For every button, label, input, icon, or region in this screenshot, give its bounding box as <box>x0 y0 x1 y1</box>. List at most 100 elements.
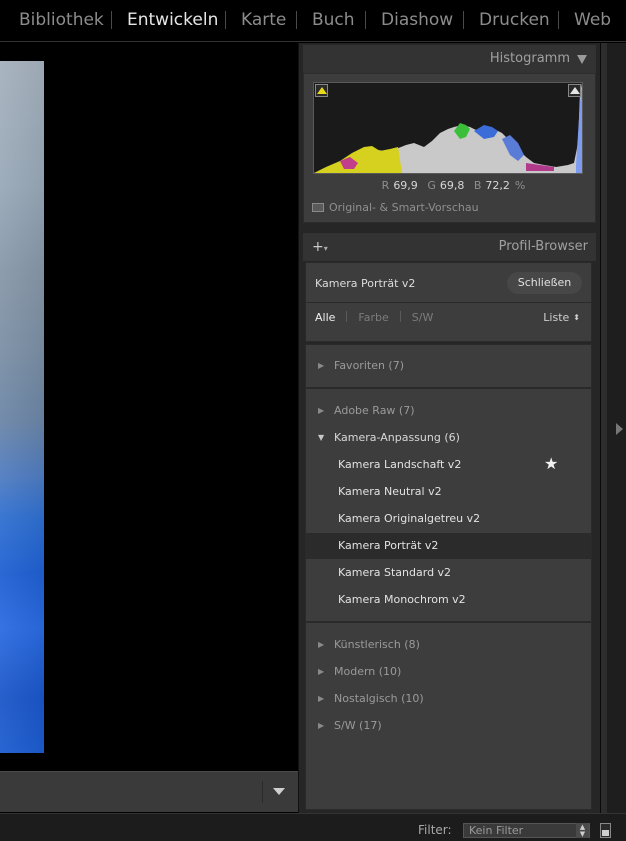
filter-lock-toggle[interactable] <box>600 823 611 838</box>
module-divider <box>463 11 464 29</box>
current-profile: Kamera Porträt v2 <box>315 277 416 290</box>
triangle-down-icon[interactable] <box>273 788 285 795</box>
toolbar <box>0 771 298 812</box>
smart-preview-status[interactable]: Original- & Smart-Vorschau <box>312 201 479 214</box>
disclosure-arrow-icon: ▶ <box>318 721 325 730</box>
profile-label: Kamera Standard v2 <box>338 566 452 579</box>
filter-select[interactable]: Kein Filter ▲ ▼ <box>463 823 590 838</box>
r-value: 69,9 <box>393 179 418 192</box>
module-print[interactable]: Drucken <box>479 10 550 30</box>
profile-browser-controls: Kamera Porträt v2 Schließen Alle Farbe S/W… <box>305 262 592 342</box>
panel-edge <box>600 43 626 813</box>
disclosure-arrow-icon: ▶ <box>318 667 325 676</box>
disclosure-arrow-icon: ▶ <box>318 640 325 649</box>
module-slideshow[interactable]: Diashow <box>381 10 453 30</box>
tab-color[interactable]: Farbe <box>358 311 388 324</box>
profile-label: Kamera Originalgetreu v2 <box>338 512 481 525</box>
rgb-readout: R 69,9 G 69,8 B 72,2% <box>304 179 597 192</box>
preview-icon <box>312 203 324 212</box>
module-divider <box>296 11 297 29</box>
disclosure-arrow-icon: ▶ <box>318 406 325 415</box>
group-adobe-raw[interactable]: ▶ Adobe Raw (7) <box>318 404 415 417</box>
profile-item-standard[interactable]: Kamera Standard v2 <box>306 560 591 586</box>
profile-item-portrait[interactable]: Kamera Porträt v2 <box>306 533 591 559</box>
group-camera-matching[interactable]: ▼ Kamera-Anpassung (6) <box>318 431 460 444</box>
filmstrip-filter-bar: Filter: Kein Filter ▲ ▼ <box>0 813 626 841</box>
module-picker: Bibliothek Entwickeln Karte Buch Diashow… <box>0 0 626 42</box>
chevron-updown-icon: ▲ ▼ <box>576 823 589 838</box>
group-modern[interactable]: ▶ Modern (10) <box>318 665 401 678</box>
close-button[interactable]: Schließen <box>507 272 582 294</box>
profile-item-monochrome[interactable]: Kamera Monochrom v2 <box>306 587 591 613</box>
group-vintage[interactable]: ▶ Nostalgisch (10) <box>318 692 424 705</box>
chevron-updown-icon: ⬍ <box>573 313 580 322</box>
group-label: S/W (17) <box>334 719 382 732</box>
group-divider <box>306 621 591 623</box>
shadow-clip-icon[interactable] <box>315 84 328 97</box>
histogram-curves <box>314 83 582 173</box>
module-develop[interactable]: Entwickeln <box>127 10 218 30</box>
group-label: Favoriten (7) <box>334 359 405 372</box>
group-label: Modern (10) <box>334 665 402 678</box>
histogram-title: Histogramm <box>489 51 570 66</box>
profile-browser-header: +▾ Profil-Browser <box>303 233 596 261</box>
tab-bw[interactable]: S/W <box>412 311 434 324</box>
module-web[interactable]: Web <box>574 10 611 30</box>
filter-label: Filter: <box>418 823 452 837</box>
module-divider <box>111 11 112 29</box>
profile-filter-tabs: Alle Farbe S/W <box>315 311 433 324</box>
highlight-clip-icon[interactable] <box>568 84 581 97</box>
group-label: Nostalgisch (10) <box>334 692 424 705</box>
module-map[interactable]: Karte <box>241 10 286 30</box>
profile-label: Kamera Landschaft v2 <box>338 458 462 471</box>
view-mode-dropdown[interactable]: Liste ⬍ <box>543 311 580 324</box>
r-label: R <box>381 179 390 192</box>
histogram-graph[interactable] <box>313 82 583 174</box>
disclosure-arrow-icon: ▶ <box>318 694 325 703</box>
tab-all[interactable]: Alle <box>315 311 335 324</box>
g-value: 69,8 <box>439 179 465 192</box>
right-panel: Histogramm R 69,9 G 69,8 B 72,2% Origina… <box>298 43 600 813</box>
module-divider <box>558 11 559 29</box>
group-divider <box>306 387 591 389</box>
module-library[interactable]: Bibliothek <box>19 10 104 30</box>
module-book[interactable]: Buch <box>312 10 355 30</box>
module-divider <box>365 11 366 29</box>
disclosure-arrow-open-icon: ▼ <box>318 433 325 442</box>
toolbar-divider <box>262 781 263 803</box>
photo-preview[interactable] <box>0 61 44 753</box>
histogram-yellow <box>314 146 402 173</box>
group-label: Adobe Raw (7) <box>334 404 415 417</box>
divider <box>306 302 591 303</box>
panel-toggle-icon[interactable] <box>616 423 623 435</box>
image-canvas[interactable] <box>0 43 298 771</box>
module-divider <box>225 11 226 29</box>
profile-label: Kamera Monochrom v2 <box>338 593 466 606</box>
plus-icon[interactable]: +▾ <box>312 239 328 255</box>
group-artistic[interactable]: ▶ Künstlerisch (8) <box>318 638 420 651</box>
b-value: 72,2 <box>485 179 510 192</box>
disclosure-arrow-icon: ▶ <box>318 361 325 370</box>
filter-value: Kein Filter <box>469 824 524 837</box>
group-favorites[interactable]: ▶ Favoriten (7) <box>318 359 404 372</box>
profile-item-neutral[interactable]: Kamera Neutral v2 <box>306 479 591 505</box>
histogram-panel: R 69,9 G 69,8 B 72,2% Original- & Smart-Vor… <box>303 73 596 223</box>
tab-divider <box>346 311 348 322</box>
g-label: G <box>427 179 436 192</box>
profile-item-faithful[interactable]: Kamera Originalgetreu v2 <box>306 506 591 532</box>
group-bw[interactable]: ▶ S/W (17) <box>318 719 382 732</box>
scrollbar[interactable] <box>601 43 607 813</box>
profile-browser-title: Profil-Browser <box>498 239 588 254</box>
profile-label: Kamera Neutral v2 <box>338 485 442 498</box>
group-label: Künstlerisch (8) <box>334 638 420 651</box>
view-mode-label: Liste <box>543 311 570 324</box>
tab-divider <box>399 311 401 322</box>
histogram-red <box>526 163 554 171</box>
star-icon[interactable]: ★ <box>544 454 558 473</box>
percent-unit: % <box>514 179 526 192</box>
profile-label: Kamera Porträt v2 <box>338 539 439 552</box>
triangle-down-icon[interactable] <box>577 55 587 64</box>
smart-preview-label: Original- & Smart-Vorschau <box>329 201 479 214</box>
profile-item-landscape[interactable]: Kamera Landschaft v2 ★ <box>306 452 591 478</box>
histogram-header[interactable]: Histogramm <box>303 45 596 73</box>
